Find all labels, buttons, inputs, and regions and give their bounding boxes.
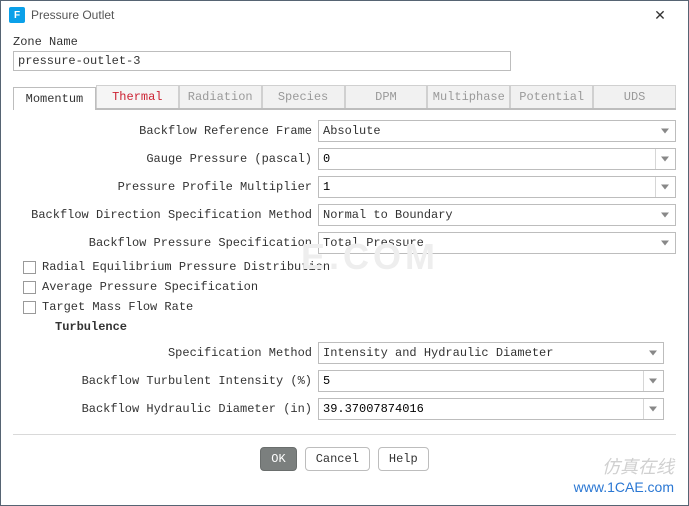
titlebar: F Pressure Outlet ✕ xyxy=(1,1,688,29)
close-button[interactable]: ✕ xyxy=(640,3,680,27)
target-label: Target Mass Flow Rate xyxy=(42,300,193,314)
multiplier-value[interactable] xyxy=(323,180,649,194)
cancel-button[interactable]: Cancel xyxy=(305,447,370,471)
checkbox-icon xyxy=(23,281,36,294)
zone-name-input[interactable] xyxy=(13,51,511,71)
tabbar: Momentum Thermal Radiation Species DPM M… xyxy=(13,85,676,110)
checkbox-icon xyxy=(23,301,36,314)
tab-dpm[interactable]: DPM xyxy=(345,85,428,108)
multiplier-input[interactable] xyxy=(318,176,676,198)
multiplier-label: Pressure Profile Multiplier xyxy=(13,180,318,194)
ref-frame-value: Absolute xyxy=(323,124,381,138)
ok-button[interactable]: OK xyxy=(260,447,296,471)
zone-name-label: Zone Name xyxy=(13,35,676,49)
gauge-value[interactable] xyxy=(323,152,649,166)
chevron-down-icon xyxy=(649,379,657,384)
button-bar: OK Cancel Help xyxy=(13,434,676,471)
ref-frame-select[interactable]: Absolute xyxy=(318,120,676,142)
gauge-label: Gauge Pressure (pascal) xyxy=(13,152,318,166)
checkbox-icon xyxy=(23,261,36,274)
chevron-down-icon xyxy=(661,213,669,218)
tab-momentum[interactable]: Momentum xyxy=(13,87,96,110)
turb-diameter-label: Backflow Hydraulic Diameter (in) xyxy=(53,402,318,416)
turb-spec-select[interactable]: Intensity and Hydraulic Diameter xyxy=(318,342,664,364)
dir-method-label: Backflow Direction Specification Method xyxy=(13,208,318,222)
press-spec-value: Total Pressure xyxy=(323,236,424,250)
target-checkbox[interactable]: Target Mass Flow Rate xyxy=(23,300,676,314)
tab-thermal[interactable]: Thermal xyxy=(96,85,179,108)
watermark-line2: www.1CAE.com xyxy=(574,479,674,495)
radial-label: Radial Equilibrium Pressure Distribution xyxy=(42,260,330,274)
press-spec-label: Backflow Pressure Specification xyxy=(13,236,318,250)
chevron-down-icon xyxy=(661,241,669,246)
avg-label: Average Pressure Specification xyxy=(42,280,258,294)
tab-multiphase[interactable]: Multiphase xyxy=(427,85,510,108)
window-title: Pressure Outlet xyxy=(31,8,114,22)
chevron-down-icon xyxy=(661,129,669,134)
tab-radiation[interactable]: Radiation xyxy=(179,85,262,108)
help-button[interactable]: Help xyxy=(378,447,429,471)
turbulence-title: Turbulence xyxy=(55,320,676,334)
press-spec-select[interactable]: Total Pressure xyxy=(318,232,676,254)
tab-potential[interactable]: Potential xyxy=(510,85,593,108)
turb-intensity-value[interactable] xyxy=(323,374,637,388)
turb-diameter-value[interactable] xyxy=(323,402,637,416)
ref-frame-label: Backflow Reference Frame xyxy=(13,124,318,138)
turb-intensity-input[interactable] xyxy=(318,370,664,392)
tab-uds[interactable]: UDS xyxy=(593,85,676,108)
dir-method-value: Normal to Boundary xyxy=(323,208,453,222)
turb-spec-value: Intensity and Hydraulic Diameter xyxy=(323,346,553,360)
chevron-down-icon xyxy=(649,351,657,356)
turb-intensity-label: Backflow Turbulent Intensity (%) xyxy=(53,374,318,388)
radial-checkbox[interactable]: Radial Equilibrium Pressure Distribution xyxy=(23,260,676,274)
avg-checkbox[interactable]: Average Pressure Specification xyxy=(23,280,676,294)
dir-method-select[interactable]: Normal to Boundary xyxy=(318,204,676,226)
app-icon: F xyxy=(9,7,25,23)
chevron-down-icon xyxy=(661,185,669,190)
tab-species[interactable]: Species xyxy=(262,85,345,108)
turb-spec-label: Specification Method xyxy=(53,346,318,360)
chevron-down-icon xyxy=(649,407,657,412)
turb-diameter-input[interactable] xyxy=(318,398,664,420)
gauge-input[interactable] xyxy=(318,148,676,170)
chevron-down-icon xyxy=(661,157,669,162)
